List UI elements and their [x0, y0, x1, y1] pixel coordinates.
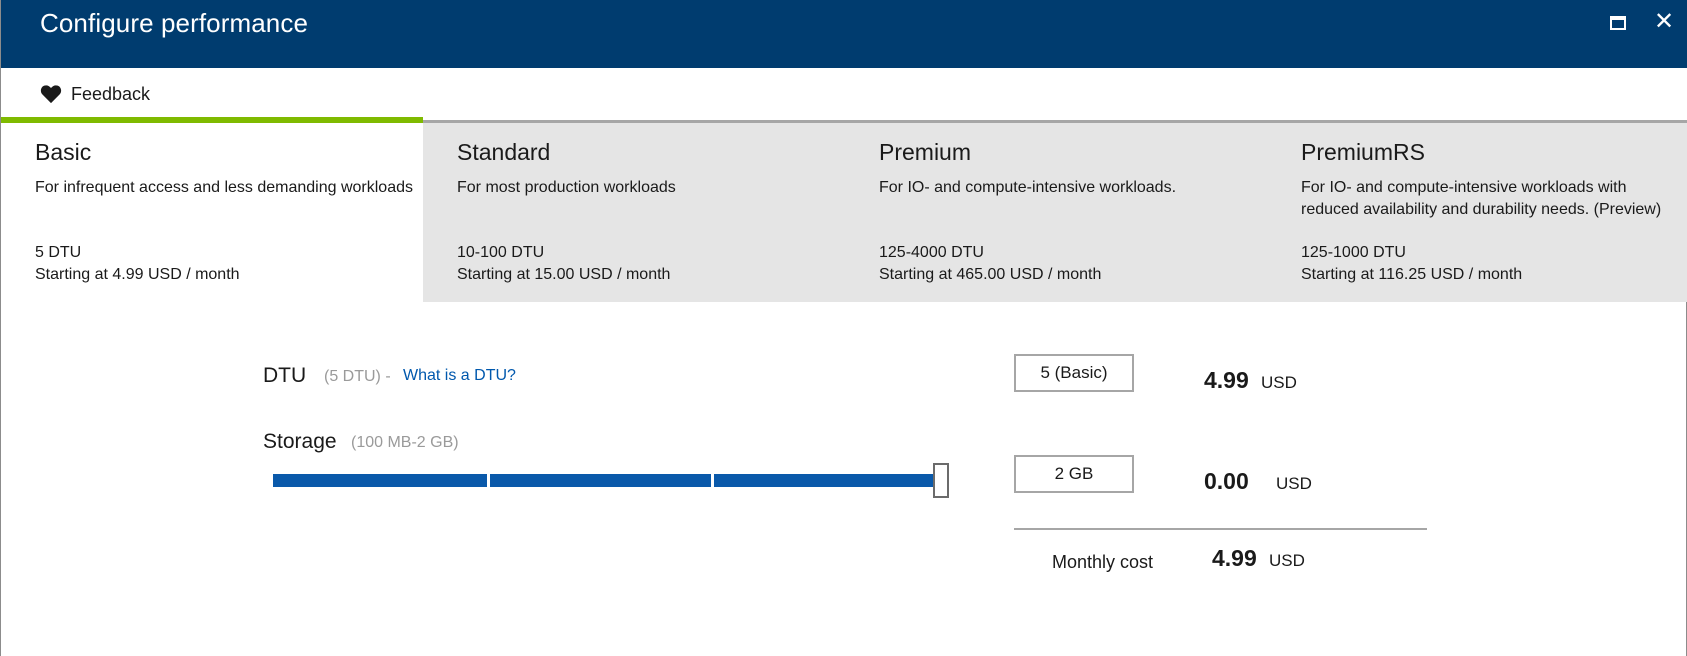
tier-premium[interactable]: Premium For IO- and compute-intensive wo…: [845, 123, 1267, 302]
what-is-dtu-link[interactable]: What is a DTU?: [403, 367, 516, 385]
pricing-tier-tabs: Basic For infrequent access and less dem…: [1, 117, 1687, 302]
dtu-value-box[interactable]: 5 (Basic): [1014, 354, 1134, 392]
maximize-icon[interactable]: [1608, 14, 1630, 32]
tier-description: For most production workloads: [457, 179, 676, 196]
tier-name: Basic: [35, 139, 92, 165]
slider-thumb[interactable]: [933, 463, 949, 498]
slider-track-segment: [714, 474, 934, 487]
total-divider: [1014, 528, 1427, 530]
tier-dtu: 125-4000 DTU: [879, 244, 984, 261]
monthly-cost-label: Monthly cost: [1052, 552, 1154, 572]
tier-premiumrs[interactable]: PremiumRS For IO- and compute-intensive …: [1267, 123, 1687, 302]
title-bar: Configure performance ✕: [1, 0, 1687, 68]
tier-dtu: 5 DTU: [35, 244, 82, 261]
tier-price: Starting at 4.99 USD / month: [35, 266, 240, 283]
tier-description: For infrequent access and less demanding…: [35, 179, 413, 196]
storage-label: Storage: [263, 430, 337, 453]
feedback-label: Feedback: [71, 83, 151, 104]
feedback-button[interactable]: Feedback: [40, 82, 150, 106]
heart-icon: [40, 85, 62, 104]
tier-price: Starting at 15.00 USD / month: [457, 266, 671, 283]
tier-price: Starting at 465.00 USD / month: [879, 266, 1102, 283]
tier-name: Standard: [457, 139, 551, 165]
tier-dtu: 125-1000 DTU: [1301, 244, 1406, 261]
slider-track-segment: [273, 474, 487, 487]
dtu-label: DTU: [263, 364, 307, 387]
tier-basic[interactable]: Basic For infrequent access and less dem…: [1, 117, 423, 302]
tier-dtu: 10-100 DTU: [457, 244, 545, 261]
dtu-price: 4.99: [1204, 367, 1249, 393]
tier-price: Starting at 116.25 USD / month: [1301, 266, 1523, 283]
dtu-currency: USD: [1261, 373, 1297, 392]
tier-name: Premium: [879, 139, 972, 165]
storage-range: (100 MB-2 GB): [351, 434, 459, 451]
selected-indicator: [1, 117, 423, 123]
tier-description: For IO- and compute-intensive workloads.: [879, 179, 1177, 196]
storage-currency: USD: [1276, 474, 1312, 493]
tier-standard[interactable]: Standard For most production workloads 1…: [423, 123, 845, 302]
tier-name: PremiumRS: [1301, 139, 1425, 165]
storage-price: 0.00: [1204, 468, 1249, 494]
tier-description: For IO- and compute-intensive workloads …: [1301, 179, 1662, 218]
configure-performance-blade: Configure performance ✕ Feedback Basic F…: [0, 0, 1687, 656]
dtu-range: (5 DTU) -: [324, 368, 391, 385]
slider-track-segment: [490, 474, 711, 487]
close-icon[interactable]: ✕: [1652, 10, 1676, 34]
storage-value-box[interactable]: 2 GB: [1014, 455, 1134, 493]
monthly-cost-price: 4.99: [1212, 545, 1257, 571]
command-bar: Feedback: [1, 68, 1687, 120]
monthly-cost-currency: USD: [1269, 551, 1305, 570]
blade-title: Configure performance: [40, 8, 309, 38]
storage-slider[interactable]: [273, 463, 951, 499]
